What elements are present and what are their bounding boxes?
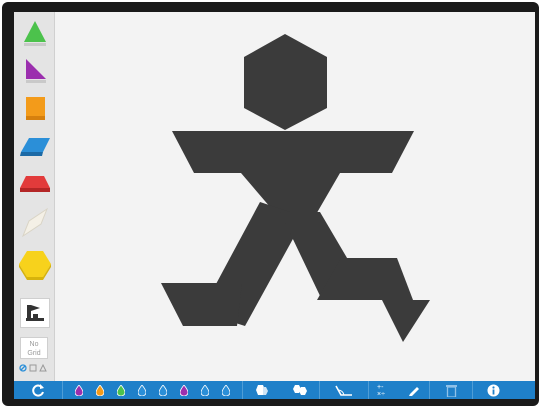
grid-toggle-line1: No: [29, 341, 39, 348]
blue-drop-icon[interactable]: [199, 381, 211, 399]
pencil-button[interactable]: [399, 381, 429, 399]
device-frame: No Grid +- ×÷: [2, 2, 539, 406]
toolbar-divider: [429, 381, 430, 399]
shape-palette: No Grid: [14, 12, 55, 382]
right-triangle-tool[interactable]: [17, 54, 52, 88]
thin-rhombus-tool[interactable]: [17, 206, 52, 240]
ungroup-shapes-button[interactable]: [281, 381, 319, 399]
svg-text:×÷: ×÷: [377, 391, 385, 397]
toolbar-divider: [368, 381, 369, 399]
angle-icon: [335, 385, 352, 396]
angle-tool-button[interactable]: [320, 381, 368, 399]
green-drop-icon[interactable]: [115, 381, 127, 399]
orange-drop-icon[interactable]: [94, 381, 106, 399]
stamp-tool[interactable]: [20, 298, 50, 328]
purple-drop-icon[interactable]: [178, 381, 190, 399]
no-grid-icon[interactable]: [19, 364, 27, 372]
grid-toggle[interactable]: No Grid: [20, 337, 48, 359]
square-grid-icon[interactable]: [29, 364, 37, 372]
color-drops: [63, 381, 242, 399]
square-tool[interactable]: [17, 92, 52, 126]
grid-options: [19, 363, 51, 373]
hexagon-tool[interactable]: [17, 248, 52, 282]
blue-drop-icon[interactable]: [157, 381, 169, 399]
purple-drop-icon[interactable]: [73, 381, 85, 399]
grid-toggle-line2: Grid: [27, 350, 41, 357]
info-button[interactable]: [473, 381, 513, 399]
refresh-icon: [32, 384, 44, 397]
blue-drop-icon[interactable]: [136, 381, 148, 399]
toolbar-divider: [472, 381, 473, 399]
triangle-grid-icon[interactable]: [39, 364, 47, 372]
rhombus-tool[interactable]: [17, 130, 52, 164]
math-operations-button[interactable]: +- ×÷: [369, 381, 399, 399]
refresh-button[interactable]: [14, 381, 62, 399]
toolbar-divider: [242, 381, 243, 399]
pencil-icon: [408, 386, 419, 396]
trash-button[interactable]: [430, 381, 472, 399]
toolbar-divider: [62, 381, 63, 399]
group-shapes-button[interactable]: [243, 381, 281, 399]
right-foot-triangle: [382, 300, 430, 342]
left-foot-trapezoid: [161, 283, 242, 326]
blue-drop-icon[interactable]: [220, 381, 232, 399]
app-screen: No Grid +- ×÷: [14, 12, 535, 399]
group-shapes-icon: [256, 385, 268, 395]
trapezoid-tool[interactable]: [17, 168, 52, 202]
drawing-canvas[interactable]: [55, 12, 535, 382]
svg-text:+-: +-: [377, 384, 384, 391]
arms-trapezoid: [172, 131, 414, 173]
head-hexagon: [244, 34, 327, 130]
info-icon: [487, 384, 499, 396]
bottom-toolbar: +- ×÷: [14, 381, 535, 399]
math-operations-icon: +-×÷: [377, 384, 385, 397]
trash-icon: [445, 384, 457, 397]
toolbar-divider: [319, 381, 320, 399]
ungroup-shapes-icon: [293, 385, 307, 395]
triangle-tool[interactable]: [17, 16, 52, 50]
